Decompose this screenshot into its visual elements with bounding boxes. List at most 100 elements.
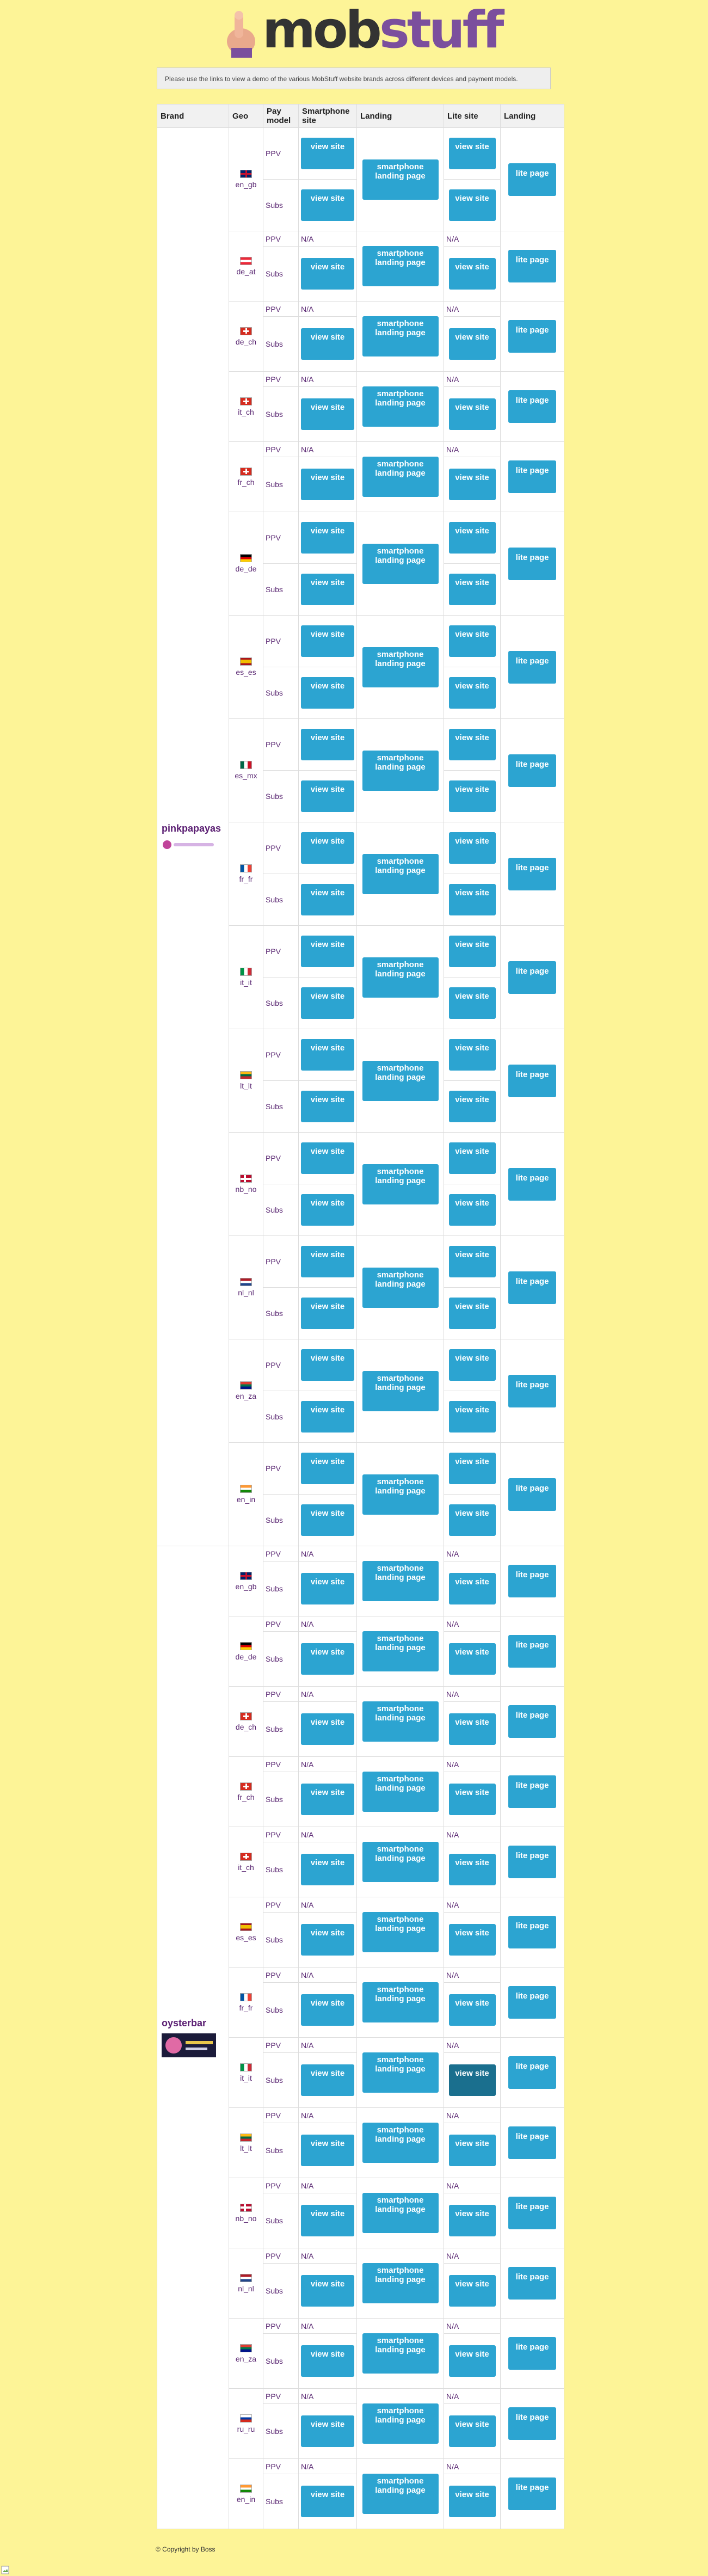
view-lite-site-button[interactable]: view site bbox=[448, 2275, 496, 2307]
smartphone-landing-page-button[interactable]: smartphone landing page bbox=[362, 1912, 439, 1952]
view-lite-site-button[interactable]: view site bbox=[448, 677, 496, 709]
view-smartphone-site-button[interactable]: view site bbox=[301, 987, 354, 1019]
view-smartphone-site-button[interactable]: view site bbox=[301, 729, 354, 760]
view-smartphone-site-button[interactable]: view site bbox=[301, 780, 354, 812]
lite-landing-page-button[interactable]: lite page bbox=[508, 2126, 556, 2159]
view-lite-site-button[interactable]: view site bbox=[448, 1298, 496, 1329]
view-lite-site-button[interactable]: view site bbox=[448, 1713, 496, 1745]
view-lite-site-button[interactable]: view site bbox=[448, 2135, 496, 2166]
view-lite-site-button[interactable]: view site bbox=[448, 1246, 496, 1277]
view-lite-site-button[interactable]: view site bbox=[448, 398, 496, 430]
smartphone-landing-page-button[interactable]: smartphone landing page bbox=[362, 1842, 439, 1882]
view-smartphone-site-button[interactable]: view site bbox=[301, 1784, 354, 1815]
view-smartphone-site-button[interactable]: view site bbox=[301, 1924, 354, 1956]
lite-landing-page-button[interactable]: lite page bbox=[508, 2056, 556, 2089]
view-smartphone-site-button[interactable]: view site bbox=[301, 522, 354, 554]
view-lite-site-button[interactable]: view site bbox=[448, 2064, 496, 2096]
mobstuff-logo[interactable]: mobstuff bbox=[223, 3, 504, 60]
view-lite-site-button[interactable]: view site bbox=[448, 1349, 496, 1381]
view-lite-site-button[interactable]: view site bbox=[448, 1453, 496, 1484]
view-smartphone-site-button[interactable]: view site bbox=[301, 2415, 354, 2447]
lite-landing-page-button[interactable]: lite page bbox=[508, 390, 556, 423]
smartphone-landing-page-button[interactable]: smartphone landing page bbox=[362, 1561, 439, 1601]
lite-landing-page-button[interactable]: lite page bbox=[508, 1167, 556, 1201]
view-smartphone-site-button[interactable]: view site bbox=[301, 1401, 354, 1433]
smartphone-landing-page-button[interactable]: smartphone landing page bbox=[362, 1370, 439, 1411]
lite-landing-page-button[interactable]: lite page bbox=[508, 754, 556, 787]
lite-landing-page-button[interactable]: lite page bbox=[508, 2477, 556, 2510]
smartphone-landing-page-button[interactable]: smartphone landing page bbox=[362, 957, 439, 998]
lite-landing-page-button[interactable]: lite page bbox=[508, 1478, 556, 1511]
view-lite-site-button[interactable]: view site bbox=[448, 1504, 496, 1536]
smartphone-landing-page-button[interactable]: smartphone landing page bbox=[362, 1060, 439, 1101]
pinkpapayas-logo[interactable] bbox=[162, 839, 216, 851]
view-lite-site-button[interactable]: view site bbox=[448, 138, 496, 169]
lite-landing-page-button[interactable]: lite page bbox=[508, 1374, 556, 1407]
view-smartphone-site-button[interactable]: view site bbox=[301, 1349, 354, 1381]
view-smartphone-site-button[interactable]: view site bbox=[301, 1298, 354, 1329]
lite-landing-page-button[interactable]: lite page bbox=[508, 2337, 556, 2370]
view-smartphone-site-button[interactable]: view site bbox=[301, 469, 354, 500]
brand-name[interactable]: pinkpapayas bbox=[159, 823, 226, 834]
brand-name[interactable]: oysterbar bbox=[159, 2018, 226, 2029]
view-lite-site-button[interactable]: view site bbox=[448, 1854, 496, 1885]
view-smartphone-site-button[interactable]: view site bbox=[301, 1194, 354, 1226]
view-smartphone-site-button[interactable]: view site bbox=[301, 189, 354, 221]
lite-landing-page-button[interactable]: lite page bbox=[508, 1271, 556, 1304]
view-lite-site-button[interactable]: view site bbox=[448, 729, 496, 760]
view-smartphone-site-button[interactable]: view site bbox=[301, 574, 354, 605]
lite-landing-page-button[interactable]: lite page bbox=[508, 1565, 556, 1597]
smartphone-landing-page-button[interactable]: smartphone landing page bbox=[362, 2123, 439, 2163]
smartphone-landing-page-button[interactable]: smartphone landing page bbox=[362, 853, 439, 894]
lite-landing-page-button[interactable]: lite page bbox=[508, 650, 556, 684]
smartphone-landing-page-button[interactable]: smartphone landing page bbox=[362, 543, 439, 584]
view-smartphone-site-button[interactable]: view site bbox=[301, 1091, 354, 1122]
smartphone-landing-page-button[interactable]: smartphone landing page bbox=[362, 2403, 439, 2444]
view-smartphone-site-button[interactable]: view site bbox=[301, 1994, 354, 2026]
view-smartphone-site-button[interactable]: view site bbox=[301, 1246, 354, 1277]
view-lite-site-button[interactable]: view site bbox=[448, 2345, 496, 2377]
smartphone-landing-page-button[interactable]: smartphone landing page bbox=[362, 2474, 439, 2514]
oysterbar-logo[interactable] bbox=[162, 2033, 216, 2057]
view-smartphone-site-button[interactable]: view site bbox=[301, 1039, 354, 1071]
lite-landing-page-button[interactable]: lite page bbox=[508, 547, 556, 580]
lite-landing-page-button[interactable]: lite page bbox=[508, 857, 556, 890]
smartphone-landing-page-button[interactable]: smartphone landing page bbox=[362, 2333, 439, 2374]
view-smartphone-site-button[interactable]: view site bbox=[301, 625, 354, 657]
view-lite-site-button[interactable]: view site bbox=[448, 625, 496, 657]
view-lite-site-button[interactable]: view site bbox=[448, 832, 496, 864]
lite-landing-page-button[interactable]: lite page bbox=[508, 1775, 556, 1808]
view-smartphone-site-button[interactable]: view site bbox=[301, 2064, 354, 2096]
view-smartphone-site-button[interactable]: view site bbox=[301, 884, 354, 915]
view-lite-site-button[interactable]: view site bbox=[448, 1194, 496, 1226]
smartphone-landing-page-button[interactable]: smartphone landing page bbox=[362, 457, 439, 497]
view-lite-site-button[interactable]: view site bbox=[448, 936, 496, 967]
view-smartphone-site-button[interactable]: view site bbox=[301, 398, 354, 430]
view-smartphone-site-button[interactable]: view site bbox=[301, 1142, 354, 1174]
smartphone-landing-page-button[interactable]: smartphone landing page bbox=[362, 246, 439, 286]
lite-landing-page-button[interactable]: lite page bbox=[508, 250, 556, 282]
smartphone-landing-page-button[interactable]: smartphone landing page bbox=[362, 1164, 439, 1204]
smartphone-landing-page-button[interactable]: smartphone landing page bbox=[362, 1631, 439, 1671]
view-lite-site-button[interactable]: view site bbox=[448, 2415, 496, 2447]
lite-landing-page-button[interactable]: lite page bbox=[508, 1635, 556, 1668]
view-smartphone-site-button[interactable]: view site bbox=[301, 2205, 354, 2236]
smartphone-landing-page-button[interactable]: smartphone landing page bbox=[362, 1267, 439, 1308]
view-lite-site-button[interactable]: view site bbox=[448, 1643, 496, 1675]
view-smartphone-site-button[interactable]: view site bbox=[301, 677, 354, 709]
view-smartphone-site-button[interactable]: view site bbox=[301, 1643, 354, 1675]
view-lite-site-button[interactable]: view site bbox=[448, 2486, 496, 2517]
lite-landing-page-button[interactable]: lite page bbox=[508, 2197, 556, 2229]
view-smartphone-site-button[interactable]: view site bbox=[301, 2135, 354, 2166]
view-lite-site-button[interactable]: view site bbox=[448, 1039, 496, 1071]
view-smartphone-site-button[interactable]: view site bbox=[301, 138, 354, 169]
view-lite-site-button[interactable]: view site bbox=[448, 522, 496, 554]
view-smartphone-site-button[interactable]: view site bbox=[301, 832, 354, 864]
lite-landing-page-button[interactable]: lite page bbox=[508, 1705, 556, 1738]
smartphone-landing-page-button[interactable]: smartphone landing page bbox=[362, 750, 439, 791]
lite-landing-page-button[interactable]: lite page bbox=[508, 1846, 556, 1878]
smartphone-landing-page-button[interactable]: smartphone landing page bbox=[362, 2193, 439, 2233]
view-smartphone-site-button[interactable]: view site bbox=[301, 2345, 354, 2377]
view-smartphone-site-button[interactable]: view site bbox=[301, 2486, 354, 2517]
smartphone-landing-page-button[interactable]: smartphone landing page bbox=[362, 1701, 439, 1742]
